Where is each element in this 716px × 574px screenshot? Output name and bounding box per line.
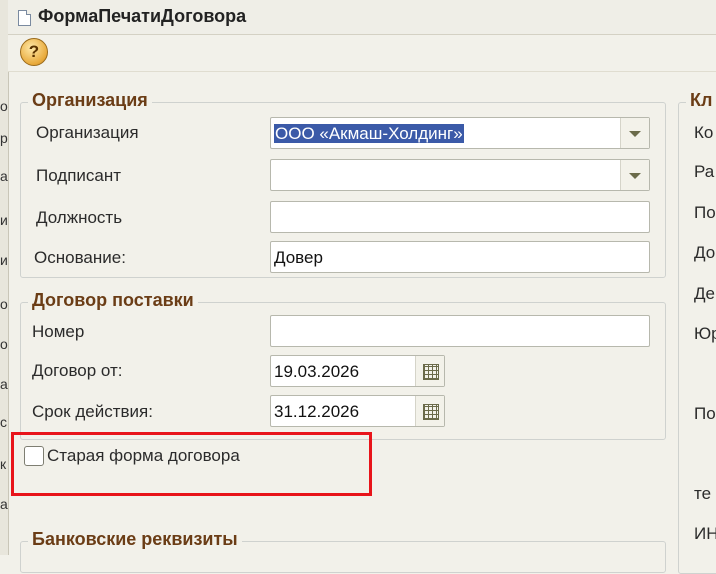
client-group-title: Кл (686, 90, 716, 111)
question-icon: ? (28, 42, 40, 61)
basis-label: Основание: (34, 248, 126, 267)
contract-group-title: Договор поставки (28, 290, 198, 311)
bank-group-title: Банковские реквизиты (28, 529, 242, 550)
validity-label: Срок действия: (32, 402, 153, 421)
edge-char: с (0, 414, 7, 430)
organization-value: ООО «Акмаш-Холдинг» (274, 124, 464, 143)
number-label: Номер (32, 322, 85, 341)
signer-label: Подписант (36, 166, 122, 185)
organization-select[interactable]: ООО «Акмаш-Холдинг» (270, 117, 650, 149)
calendar-icon (423, 404, 439, 420)
edge-char: и (0, 212, 8, 228)
basis-value: Довер (274, 248, 323, 267)
help-button[interactable]: ? (20, 38, 48, 66)
edge-char: и (0, 252, 8, 268)
old-form-checkbox[interactable] (24, 446, 44, 466)
document-icon (18, 10, 31, 26)
calendar-button[interactable] (415, 356, 444, 386)
organization-group-title: Организация (28, 90, 152, 111)
contract-date-value: 19.03.2026 (274, 362, 360, 381)
old-form-label[interactable]: Старая форма договора (47, 446, 240, 466)
edge-char: к (0, 456, 7, 472)
chevron-down-icon[interactable] (620, 118, 649, 148)
validity-date-value: 31.12.2026 (274, 402, 360, 421)
background-window-edge: о р а и и о о а с к а (0, 0, 9, 555)
client-label: До (694, 243, 716, 262)
client-label: ИН (694, 524, 716, 543)
client-label: Юр (694, 324, 716, 343)
contract-date-label: Договор от: (32, 361, 123, 380)
toolbar: ? (8, 35, 716, 72)
number-input[interactable] (270, 315, 650, 347)
edge-char: а (0, 168, 8, 184)
edge-char: а (0, 376, 8, 392)
basis-input[interactable]: Довер (270, 241, 650, 273)
client-label: те (694, 484, 712, 503)
position-input[interactable] (270, 201, 650, 233)
edge-char: о (0, 296, 8, 312)
client-label: Ко (694, 123, 714, 142)
position-label: Должность (36, 208, 123, 227)
client-label: По (694, 203, 716, 222)
client-label: Де (694, 284, 715, 303)
validity-date-input[interactable]: 31.12.2026 (270, 395, 445, 427)
edge-char: а (0, 496, 8, 512)
organization-label: Организация (36, 123, 139, 142)
chevron-down-icon[interactable] (620, 160, 649, 190)
edge-char: о (0, 336, 8, 352)
signer-select[interactable] (270, 159, 650, 191)
window-title: ФормаПечатиДоговора (38, 6, 247, 26)
edge-char: р (0, 130, 8, 146)
client-label: По (694, 404, 716, 423)
calendar-icon (423, 364, 439, 380)
title-bar: ФормаПечатиДоговора (8, 0, 716, 35)
contract-date-input[interactable]: 19.03.2026 (270, 355, 445, 387)
calendar-button[interactable] (415, 396, 444, 426)
client-label: Ра (694, 162, 715, 181)
edge-char: о (0, 98, 8, 114)
